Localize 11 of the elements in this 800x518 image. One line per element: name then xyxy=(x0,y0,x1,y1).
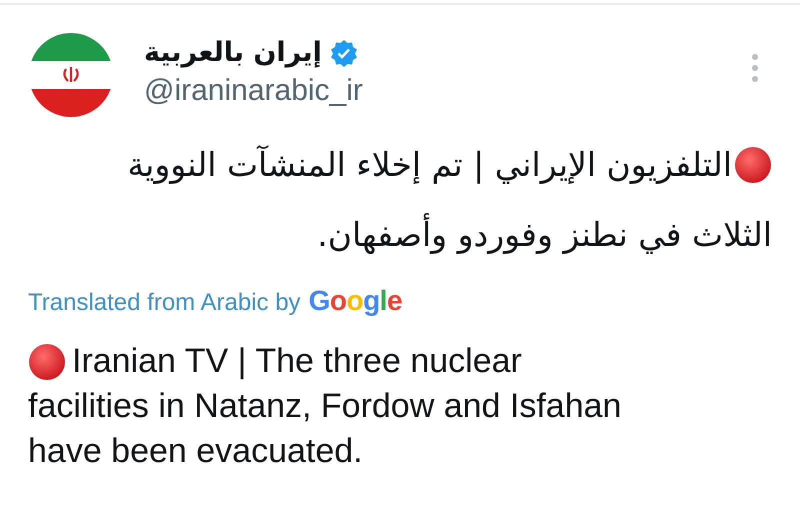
author-name[interactable]: إيران بالعربية xyxy=(144,37,322,68)
author-handle[interactable]: @iraninarabic_ir xyxy=(144,74,720,108)
circle-emoji-icon xyxy=(734,146,772,184)
circle-emoji-icon xyxy=(28,342,66,380)
tweet-text-line: الثلاث في نطنز وفوردو وأصفهان. xyxy=(317,212,772,256)
translation-label: Translated from Arabic by xyxy=(28,289,301,317)
google-logo: Google xyxy=(308,285,402,317)
translated-text-line: Iranian TV | The three nuclear xyxy=(72,341,522,382)
translated-text-line: have been evacuated. xyxy=(28,431,363,472)
tweet-text-line: التلفزيون الإيراني | تم إخلاء المنشآت النووية xyxy=(127,144,732,186)
translated-text-line: facilities in Natanz, Fordow and Isfahan xyxy=(28,386,622,427)
